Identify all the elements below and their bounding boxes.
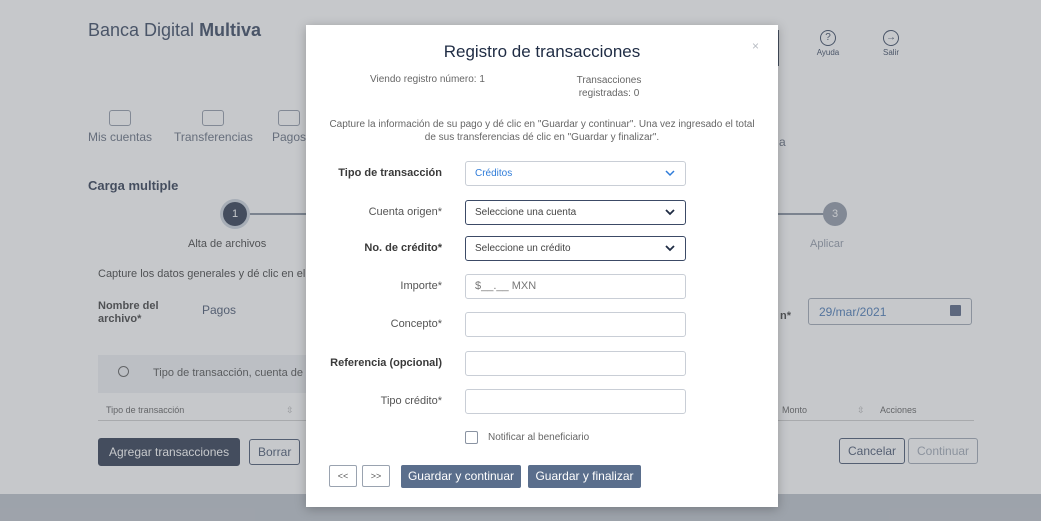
modal-instructions: Capture la información de su pago y dé c…: [329, 119, 755, 143]
concept-label: Concepto*: [390, 318, 442, 330]
chevron-down-icon: [665, 243, 675, 253]
credit-number-select[interactable]: Seleccione un crédito: [465, 236, 686, 261]
credit-number-label: No. de crédito*: [364, 242, 442, 254]
credit-type-input[interactable]: [465, 389, 686, 414]
notify-beneficiary-checkbox[interactable]: [465, 431, 478, 444]
reference-input[interactable]: [465, 351, 686, 376]
source-account-select[interactable]: Seleccione una cuenta: [465, 200, 686, 225]
save-finish-button[interactable]: Guardar y finalizar: [528, 465, 641, 488]
record-counter: Viendo registro número: 1: [370, 74, 485, 85]
previous-record-button[interactable]: <<: [329, 465, 357, 487]
transaction-register-modal: Registro de transacciones × Viendo regis…: [306, 25, 778, 507]
amount-label: Importe*: [400, 280, 442, 292]
close-icon[interactable]: ×: [752, 39, 759, 53]
transaction-type-label: Tipo de transacción: [338, 167, 442, 179]
amount-input[interactable]: $__.__ MXN: [465, 274, 686, 299]
transaction-type-select[interactable]: Créditos: [465, 161, 686, 186]
credit-type-label: Tipo crédito*: [380, 395, 442, 407]
concept-input[interactable]: [465, 312, 686, 337]
next-record-button[interactable]: >>: [362, 465, 390, 487]
reference-label: Referencia (opcional): [330, 357, 442, 369]
source-account-label: Cuenta origen*: [368, 206, 442, 218]
chevron-down-icon: [665, 207, 675, 217]
chevron-down-icon: [665, 168, 675, 178]
registered-counter: Transacciones registradas: 0: [576, 75, 642, 99]
notify-beneficiary-row[interactable]: Notificar al beneficiario: [465, 431, 589, 444]
save-continue-button[interactable]: Guardar y continuar: [401, 465, 521, 488]
modal-title: Registro de transacciones: [443, 42, 641, 61]
